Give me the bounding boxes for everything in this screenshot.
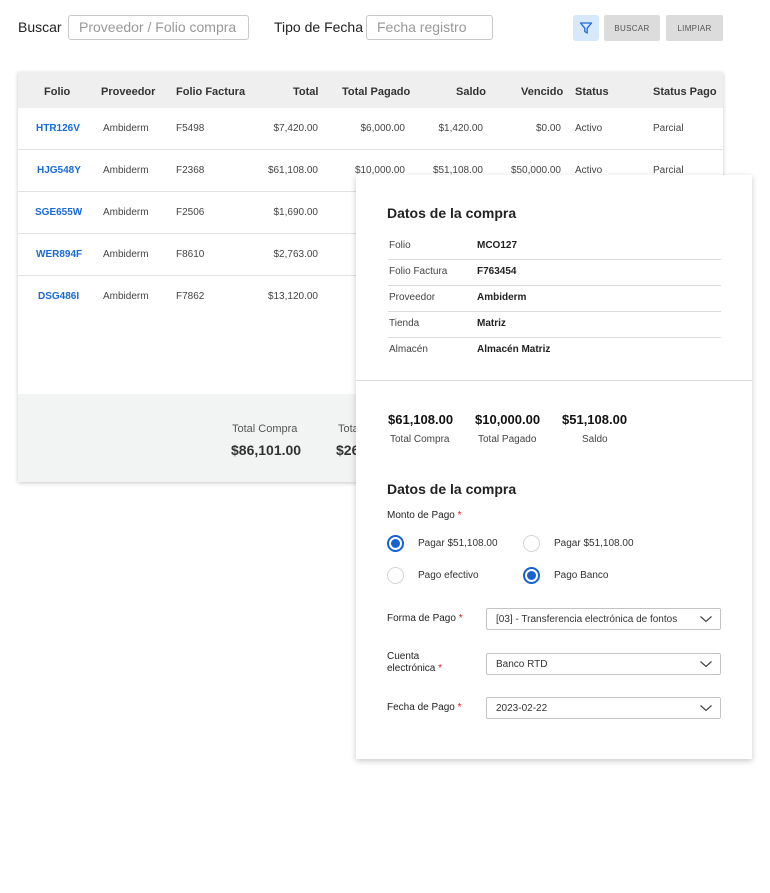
table-header: Folio Proveedor Folio Factura Total Tota… xyxy=(18,72,723,108)
total-cell: $61,108.00 xyxy=(267,165,318,176)
fecha-de-pago-value: 2023-02-22 xyxy=(496,703,548,714)
tipo-fecha-select[interactable]: Fecha registro xyxy=(366,15,493,40)
table-row[interactable]: HTR126V Ambiderm F5498 $7,420.00 $6,000.… xyxy=(18,108,723,150)
proveedor-cell: Ambiderm xyxy=(103,123,149,134)
buscar-button[interactable]: BUSCAR xyxy=(604,15,660,41)
required-mark: * xyxy=(457,510,462,521)
folio-link[interactable]: HJG548Y xyxy=(37,165,81,176)
info-row-folio: Folio MCO127 xyxy=(388,234,721,260)
required-mark: * xyxy=(457,702,462,713)
total-cell: $1,690.00 xyxy=(273,207,319,218)
info-label: Tienda xyxy=(389,318,420,329)
info-row-almacen: Almacén Almacén Matriz xyxy=(388,338,721,364)
radio-pago-efectivo[interactable] xyxy=(387,567,404,584)
panel-title: Datos de la compra xyxy=(387,205,517,221)
folio-factura-cell: F2506 xyxy=(176,207,205,218)
fecha-de-pago-select[interactable]: 2023-02-22 xyxy=(486,697,721,719)
info-value: Matriz xyxy=(477,318,506,329)
column-header-folio-factura[interactable]: Folio Factura xyxy=(176,86,245,98)
total-cell: $13,120.00 xyxy=(267,291,318,302)
forma-de-pago-select[interactable]: [03] - Transferencia electrónica de font… xyxy=(486,608,721,630)
radio-pagar-parcial-label[interactable]: Pagar $51,108.00 xyxy=(554,538,634,549)
summary-total-compra-label: Total Compra xyxy=(390,434,450,445)
total-cell: $2,763.00 xyxy=(273,249,319,260)
summary-total-pagado-label: Total Pagado xyxy=(478,434,537,445)
radio-pago-banco[interactable] xyxy=(523,567,540,584)
vencido-cell: $0.00 xyxy=(535,123,561,134)
tipo-fecha-label: Tipo de Fecha xyxy=(274,19,363,35)
divider xyxy=(356,380,752,381)
proveedor-cell: Ambiderm xyxy=(103,249,149,260)
chevron-down-icon xyxy=(700,705,712,712)
info-label: Folio xyxy=(389,240,411,251)
folio-factura-cell: F8610 xyxy=(176,249,205,260)
info-value: Ambiderm xyxy=(477,292,527,303)
proveedor-cell: Ambiderm xyxy=(103,165,149,176)
column-header-total[interactable]: Total xyxy=(293,86,318,98)
proveedor-cell: Ambiderm xyxy=(103,207,149,218)
column-header-folio[interactable]: Folio xyxy=(44,86,70,98)
radio-pagar-total-label[interactable]: Pagar $51,108.00 xyxy=(418,538,498,549)
summary-saldo-label: Saldo xyxy=(582,434,608,445)
payment-section-title: Datos de la compra xyxy=(387,481,517,497)
column-header-status[interactable]: Status xyxy=(575,86,609,98)
filter-button[interactable] xyxy=(573,15,599,41)
status-pago-cell: Parcial xyxy=(653,123,684,134)
info-value: Almacén Matriz xyxy=(477,344,551,355)
info-row-folio-factura: Folio Factura F763454 xyxy=(388,260,721,286)
filter-icon xyxy=(579,22,593,34)
total-compra-value: $86,101.00 xyxy=(231,442,302,458)
search-input[interactable]: Proveedor / Folio compra xyxy=(68,15,249,40)
cuenta-electronica-value: Banco RTD xyxy=(496,659,548,670)
info-value: F763454 xyxy=(477,266,517,277)
summary-total-compra-value: $61,108.00 xyxy=(388,412,454,427)
info-label: Folio Factura xyxy=(389,266,448,277)
monto-de-pago-label: Monto de Pago * xyxy=(387,510,462,521)
buscar-label: Buscar xyxy=(18,19,62,35)
info-row-tienda: Tienda Matriz xyxy=(388,312,721,338)
cuenta-electronica-select[interactable]: Banco RTD xyxy=(486,653,721,675)
folio-factura-cell: F7862 xyxy=(176,291,205,302)
chevron-down-icon xyxy=(700,616,712,623)
radio-pago-banco-label[interactable]: Pago Banco xyxy=(554,570,609,581)
summary-saldo-value: $51,108.00 xyxy=(562,412,628,427)
radio-pagar-parcial[interactable] xyxy=(523,535,540,552)
forma-de-pago-label: Forma de Pago * xyxy=(387,613,463,624)
column-header-saldo[interactable]: Saldo xyxy=(456,86,486,98)
info-value: MCO127 xyxy=(477,240,518,251)
info-row-proveedor: Proveedor Ambiderm xyxy=(388,286,721,312)
column-header-total-pagado[interactable]: Total Pagado xyxy=(342,86,410,98)
info-label: Almacén xyxy=(389,344,428,355)
proveedor-cell: Ambiderm xyxy=(103,291,149,302)
column-header-proveedor[interactable]: Proveedor xyxy=(101,86,155,98)
folio-link[interactable]: HTR126V xyxy=(36,123,80,134)
forma-de-pago-value: [03] - Transferencia electrónica de font… xyxy=(496,614,678,625)
purchase-detail-panel: Datos de la compra Folio MCO127 Folio Fa… xyxy=(356,175,752,759)
total-pagado-cell: $6,000.00 xyxy=(360,123,406,134)
column-header-status-pago[interactable]: Status Pago xyxy=(653,86,717,98)
status-cell: Activo xyxy=(575,123,603,134)
cuenta-electronica-label: Cuenta electrónica * xyxy=(387,651,443,674)
folio-factura-cell: F2368 xyxy=(176,165,205,176)
radio-pago-efectivo-label[interactable]: Pago efectivo xyxy=(418,570,479,581)
folio-link[interactable]: WER894F xyxy=(36,249,82,260)
column-header-vencido[interactable]: Vencido xyxy=(521,86,563,98)
saldo-cell: $1,420.00 xyxy=(438,123,484,134)
required-mark: * xyxy=(458,613,463,624)
summary-total-pagado-value: $10,000.00 xyxy=(475,412,541,427)
radio-pagar-total[interactable] xyxy=(387,535,404,552)
folio-factura-cell: F5498 xyxy=(176,123,205,134)
total-cell: $7,420.00 xyxy=(273,123,319,134)
limpiar-button[interactable]: LIMPIAR xyxy=(666,15,723,41)
info-label: Proveedor xyxy=(389,292,436,303)
fecha-de-pago-label: Fecha de Pago * xyxy=(387,702,462,713)
required-mark: * xyxy=(438,663,443,674)
total-compra-label: Total Compra xyxy=(232,423,298,435)
search-bar: Buscar Proveedor / Folio compra Tipo de … xyxy=(0,0,770,56)
folio-link[interactable]: SGE655W xyxy=(35,207,82,218)
folio-link[interactable]: DSG486I xyxy=(38,291,79,302)
chevron-down-icon xyxy=(700,661,712,668)
